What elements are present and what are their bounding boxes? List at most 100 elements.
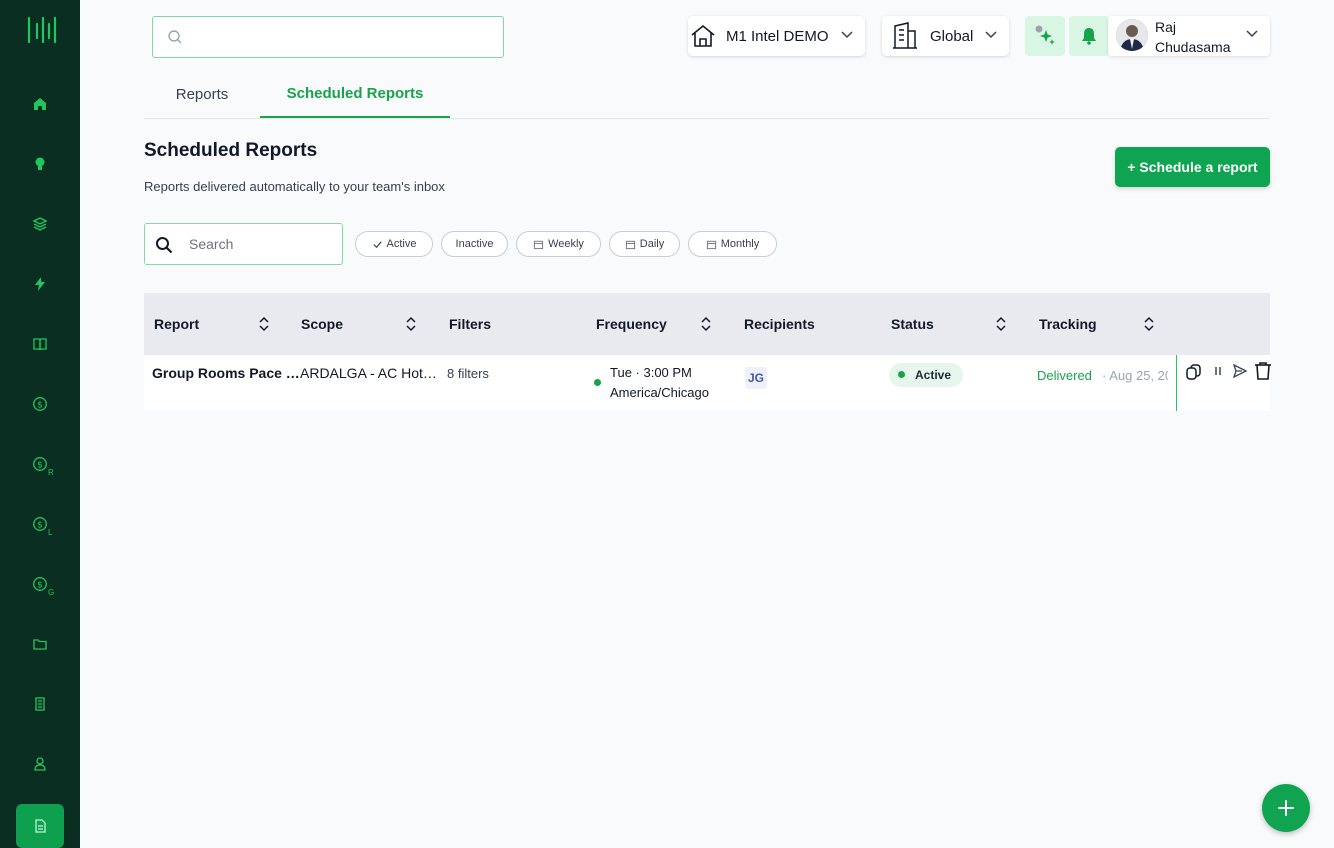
- logo-icon[interactable]: [26, 14, 58, 46]
- filter-chip-active[interactable]: Active: [355, 231, 433, 257]
- sidebar-item-revenue-l[interactable]: $ L: [16, 502, 64, 546]
- user-menu[interactable]: Raj Chudasama: [1108, 16, 1270, 56]
- chip-label: Daily: [639, 238, 665, 250]
- pause-icon[interactable]: [1212, 365, 1224, 377]
- table-row[interactable]: Group Rooms Pace … ARDALGA - AC Hot… 8 f…: [144, 355, 1272, 411]
- sidebar-sub-label: G: [48, 588, 55, 597]
- column-header-status: Status: [891, 316, 934, 332]
- trash-icon[interactable]: [1254, 361, 1272, 381]
- dollar-l-icon: $: [33, 517, 47, 531]
- ai-assistant-button[interactable]: [1025, 16, 1065, 56]
- page-title: Scheduled Reports: [144, 140, 318, 161]
- report-name[interactable]: Group Rooms Pace …: [152, 365, 300, 381]
- column-header-report: Report: [154, 316, 200, 332]
- scope-label: Global: [930, 27, 974, 45]
- svg-text:$: $: [37, 581, 43, 591]
- filter-chip-inactive[interactable]: Inactive: [441, 231, 508, 257]
- sidebar-item-activity[interactable]: [16, 262, 64, 306]
- global-search-input[interactable]: [152, 16, 504, 58]
- schedule-report-button[interactable]: + Schedule a report: [1115, 147, 1270, 187]
- status-label: Active: [915, 368, 952, 382]
- column-header-tracking: Tracking: [1039, 316, 1097, 332]
- sidebar-sub-label: R: [48, 468, 54, 477]
- property-dropdown[interactable]: M1 Intel DEMO: [688, 16, 865, 56]
- filter-chip-weekly[interactable]: Weekly: [516, 231, 601, 257]
- add-fab-button[interactable]: [1262, 784, 1310, 832]
- sidebar-item-library[interactable]: [16, 322, 64, 366]
- duplicate-icon[interactable]: [1185, 363, 1203, 381]
- chip-label: Monthly: [720, 238, 760, 250]
- chevron-down-icon: [1246, 30, 1258, 38]
- svg-text:$: $: [37, 401, 43, 411]
- notifications-button[interactable]: [1069, 16, 1109, 56]
- calendar-icon: [625, 240, 635, 249]
- frequency-timezone: America/Chicago: [610, 385, 709, 400]
- user-name: Raj Chudasama: [1155, 19, 1231, 55]
- plus-icon: [1278, 800, 1294, 816]
- calendar-icon: [706, 240, 716, 249]
- scope-dropdown[interactable]: Global: [882, 16, 1009, 56]
- dollar-r-icon: $: [33, 457, 47, 471]
- table-header: Report Scope Filters Frequency Recipient…: [144, 293, 1270, 355]
- tracking-date: · Aug 25, 20: [1102, 368, 1168, 383]
- search-input[interactable]: [189, 234, 329, 254]
- book-icon: [33, 338, 47, 351]
- lightning-icon: [35, 277, 45, 291]
- chip-label: Inactive: [455, 238, 494, 250]
- recipient-badge[interactable]: JG: [745, 367, 767, 389]
- sidebar-item-revenue[interactable]: $: [16, 382, 64, 426]
- chevron-down-icon: [841, 31, 853, 39]
- svg-text:$: $: [37, 521, 43, 531]
- house-icon: [691, 24, 715, 47]
- filter-chip-daily[interactable]: Daily: [609, 231, 680, 257]
- sidebar-item-properties[interactable]: [16, 682, 64, 726]
- bell-icon: [1082, 28, 1096, 45]
- tab-reports[interactable]: Reports: [144, 70, 260, 118]
- sort-icon[interactable]: [701, 316, 711, 332]
- sidebar: $ $ R $ L $ G: [0, 0, 80, 848]
- sidebar-item-layers[interactable]: [16, 202, 64, 246]
- status-dot: [898, 371, 905, 378]
- sort-icon[interactable]: [406, 316, 416, 332]
- report-scope: ARDALGA - AC Hot…: [300, 365, 437, 381]
- sidebar-item-files[interactable]: [16, 622, 64, 666]
- chip-label: Active: [386, 238, 417, 250]
- sidebar-item-home[interactable]: [16, 82, 64, 126]
- sidebar-item-revenue-r[interactable]: $ R: [16, 442, 64, 486]
- sparkle-icon: [1035, 25, 1055, 45]
- send-icon[interactable]: [1232, 363, 1248, 379]
- dollar-g-icon: $: [33, 577, 47, 591]
- calendar-icon: [533, 240, 544, 249]
- report-search: [144, 223, 343, 265]
- chip-label: Weekly: [548, 238, 584, 250]
- column-header-recipients: Recipients: [744, 316, 815, 332]
- frequency-dot: [594, 379, 601, 386]
- tab-scheduled-reports[interactable]: Scheduled Reports: [260, 70, 450, 118]
- search-icon: [156, 237, 173, 254]
- tab-bar: Reports Scheduled Reports: [144, 70, 1270, 119]
- sidebar-item-insights[interactable]: [16, 142, 64, 186]
- avatar: [1116, 19, 1148, 51]
- sort-icon[interactable]: [996, 316, 1006, 332]
- document-icon: [35, 819, 46, 833]
- sidebar-item-users[interactable]: [16, 742, 64, 786]
- lightbulb-icon: [35, 157, 45, 170]
- building-icon: [35, 697, 45, 711]
- chevron-down-icon: [985, 31, 997, 39]
- building-icon: [893, 22, 917, 49]
- sort-icon[interactable]: [1144, 316, 1154, 332]
- property-label: M1 Intel DEMO: [726, 27, 829, 45]
- check-icon: [372, 240, 382, 248]
- home-icon: [34, 98, 46, 110]
- sidebar-item-reports[interactable]: [16, 804, 64, 848]
- column-header-filters: Filters: [449, 316, 492, 332]
- tracking-status: Delivered: [1037, 368, 1092, 383]
- user-icon: [34, 757, 46, 771]
- frequency-schedule: Tue · 3:00 PM: [610, 365, 692, 380]
- svg-text:$: $: [37, 461, 43, 471]
- filter-chip-monthly[interactable]: Monthly: [688, 231, 777, 257]
- sidebar-item-revenue-g[interactable]: $ G: [16, 562, 64, 606]
- layers-icon: [32, 217, 48, 231]
- report-filters: 8 filters: [447, 366, 489, 381]
- sort-icon[interactable]: [259, 316, 269, 332]
